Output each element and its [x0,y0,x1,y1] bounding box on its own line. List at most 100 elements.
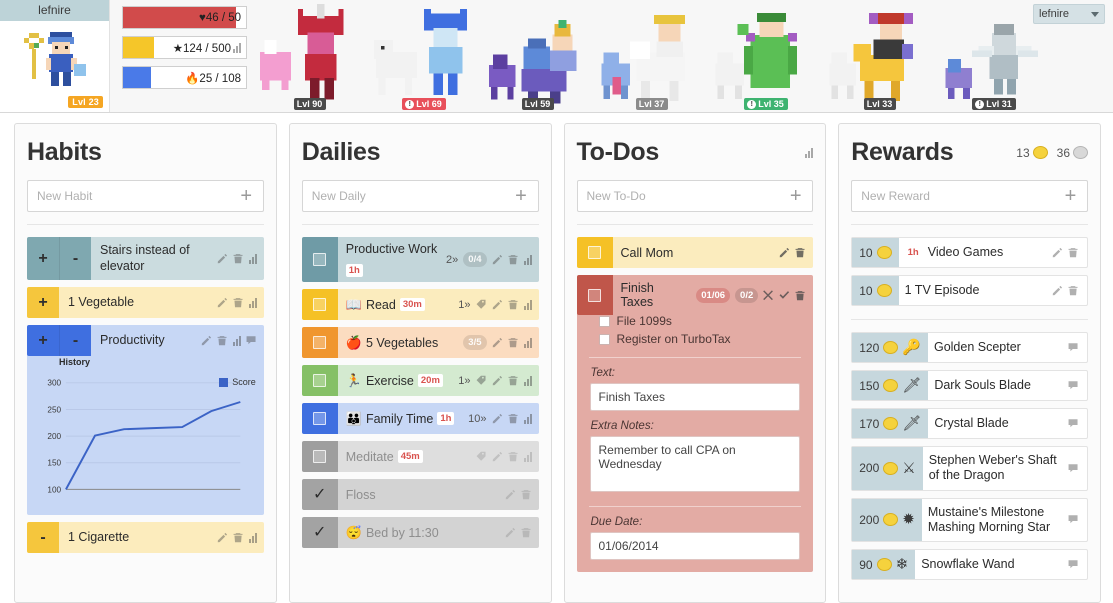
habit-minus-button[interactable]: - [27,522,59,554]
new-habit-row[interactable]: + [27,180,264,212]
todo-checkbox-cell[interactable] [576,275,613,315]
comment-icon[interactable] [1068,380,1079,391]
daily-body[interactable]: Meditate 45m [337,441,539,472]
chart-icon[interactable] [232,335,241,346]
chart-icon[interactable] [523,299,532,310]
mana-bar[interactable]: 🔥25 / 108 [122,66,247,89]
todo-notes-input[interactable]: Remember to call CPA on Wednesday [589,436,801,492]
edit-icon[interactable] [492,299,503,310]
habit-body[interactable]: 1 Cigarette [59,522,264,554]
edit-icon[interactable] [505,527,516,538]
edit-icon[interactable] [217,532,228,543]
daily-row[interactable]: Meditate 45m [301,441,539,472]
reward-row[interactable]: 90 ❄ Snowflake Wand [851,549,1088,580]
edit-icon[interactable] [505,489,516,500]
daily-checkbox[interactable] [313,412,327,425]
daily-body[interactable]: 📖 Read 30m 1» [337,289,539,320]
reward-row[interactable]: 170 🗡 Crystal Blade [851,408,1088,439]
add-todo-button[interactable]: + [778,186,812,206]
delete-icon[interactable] [508,299,519,310]
reward-body[interactable]: 1 TV Episode [899,276,1087,305]
daily-checkbox-cell[interactable] [301,289,338,320]
daily-checkbox[interactable] [313,253,327,266]
reward-row[interactable]: 10 1 TV Episode [851,275,1088,306]
chart-icon[interactable] [523,451,532,462]
habit-minus-button[interactable]: - [59,237,91,281]
subtask-checkbox[interactable] [598,333,610,345]
check-icon[interactable]: ✓ [313,524,326,541]
reward-row[interactable]: 10 1h Video Games [851,237,1088,268]
tag-icon[interactable] [476,299,487,310]
edit-icon[interactable] [492,254,503,265]
daily-checkbox[interactable] [313,336,327,349]
reward-body[interactable]: Dark Souls Blade [928,371,1087,400]
delete-icon[interactable] [233,532,244,543]
daily-checkbox[interactable] [313,450,327,463]
habit-body[interactable]: 1 Vegetable [59,287,264,319]
delete-icon[interactable] [521,527,532,538]
habit-plus-button[interactable]: + [27,237,59,281]
habit-plus-button[interactable]: + [27,287,59,319]
daily-row[interactable]: 👪 Family Time 1h 10» [301,403,539,434]
new-reward-row[interactable]: + [851,180,1088,212]
edit-icon[interactable] [201,335,212,346]
edit-icon[interactable] [217,297,228,308]
avatar-panel[interactable]: lefnire Lvl 23 [0,0,110,112]
habit-body[interactable]: Productivity [91,325,264,357]
daily-row[interactable]: ✓ 😴 Bed by 11:30 [301,517,539,548]
reward-body[interactable]: Crystal Blade [928,409,1087,438]
comment-icon[interactable] [1068,514,1079,525]
chart-icon[interactable] [248,253,257,264]
habit-body[interactable]: Stairs instead of elevator [91,237,264,281]
todo-text-input[interactable] [589,383,801,411]
chart-icon[interactable] [523,254,532,265]
daily-checkbox-cell[interactable] [301,327,338,358]
new-reward-input[interactable] [852,189,1053,203]
new-todo-row[interactable]: + [576,180,814,212]
daily-checkbox-cell[interactable] [301,441,338,472]
delete-icon[interactable] [795,247,806,258]
daily-row[interactable]: Productive Work 1h 2» 0/4 [301,237,539,282]
edit-icon[interactable] [779,247,790,258]
delete-icon[interactable] [795,290,806,301]
daily-checkbox-cell[interactable] [301,403,338,434]
new-habit-input[interactable] [28,189,229,203]
delete-icon[interactable] [508,254,519,265]
daily-body[interactable]: 👪 Family Time 1h 10» [337,403,539,434]
user-select-dropdown[interactable]: lefnire [1033,4,1105,24]
daily-checkbox[interactable] [313,298,327,311]
delete-icon[interactable] [508,375,519,386]
close-icon[interactable] [763,289,774,301]
todo-body[interactable]: Call Mom [612,237,814,268]
delete-icon[interactable] [508,451,519,462]
delete-icon[interactable] [521,489,532,500]
party-member[interactable]: Lvl 37 [597,4,707,112]
todo-row[interactable]: Call Mom [576,237,814,268]
habit-row[interactable]: - 1 Cigarette [27,522,264,554]
chart-icon[interactable] [805,147,814,158]
reward-row[interactable]: 120 🔑 Golden Scepter [851,332,1088,363]
daily-checkbox-cell[interactable]: ✓ [301,517,338,548]
daily-checkbox-cell[interactable] [301,365,338,396]
edit-icon[interactable] [492,337,503,348]
daily-body[interactable]: Floss [337,479,539,510]
comment-icon[interactable] [1068,463,1079,474]
delete-icon[interactable] [508,413,519,424]
daily-checkbox-cell[interactable]: ✓ [301,479,338,510]
reward-row[interactable]: 150 🗡 Dark Souls Blade [851,370,1088,401]
comment-icon[interactable] [1068,418,1079,429]
chart-icon[interactable] [523,413,532,424]
habit-plus-button[interactable]: + [27,325,59,357]
tag-icon[interactable] [476,451,487,462]
comment-icon[interactable] [1068,342,1079,353]
daily-body[interactable]: 😴 Bed by 11:30 [337,517,539,548]
edit-icon[interactable] [492,413,503,424]
edit-icon[interactable] [1052,247,1063,258]
daily-row[interactable]: ✓ Floss [301,479,539,510]
chart-icon[interactable] [248,297,257,308]
chart-icon[interactable] [523,375,532,386]
check-icon[interactable] [779,290,790,301]
daily-row[interactable]: 📖 Read 30m 1» [301,289,539,320]
subtask-row[interactable]: Register on TurboTax [577,330,814,348]
delete-icon[interactable] [217,335,228,346]
